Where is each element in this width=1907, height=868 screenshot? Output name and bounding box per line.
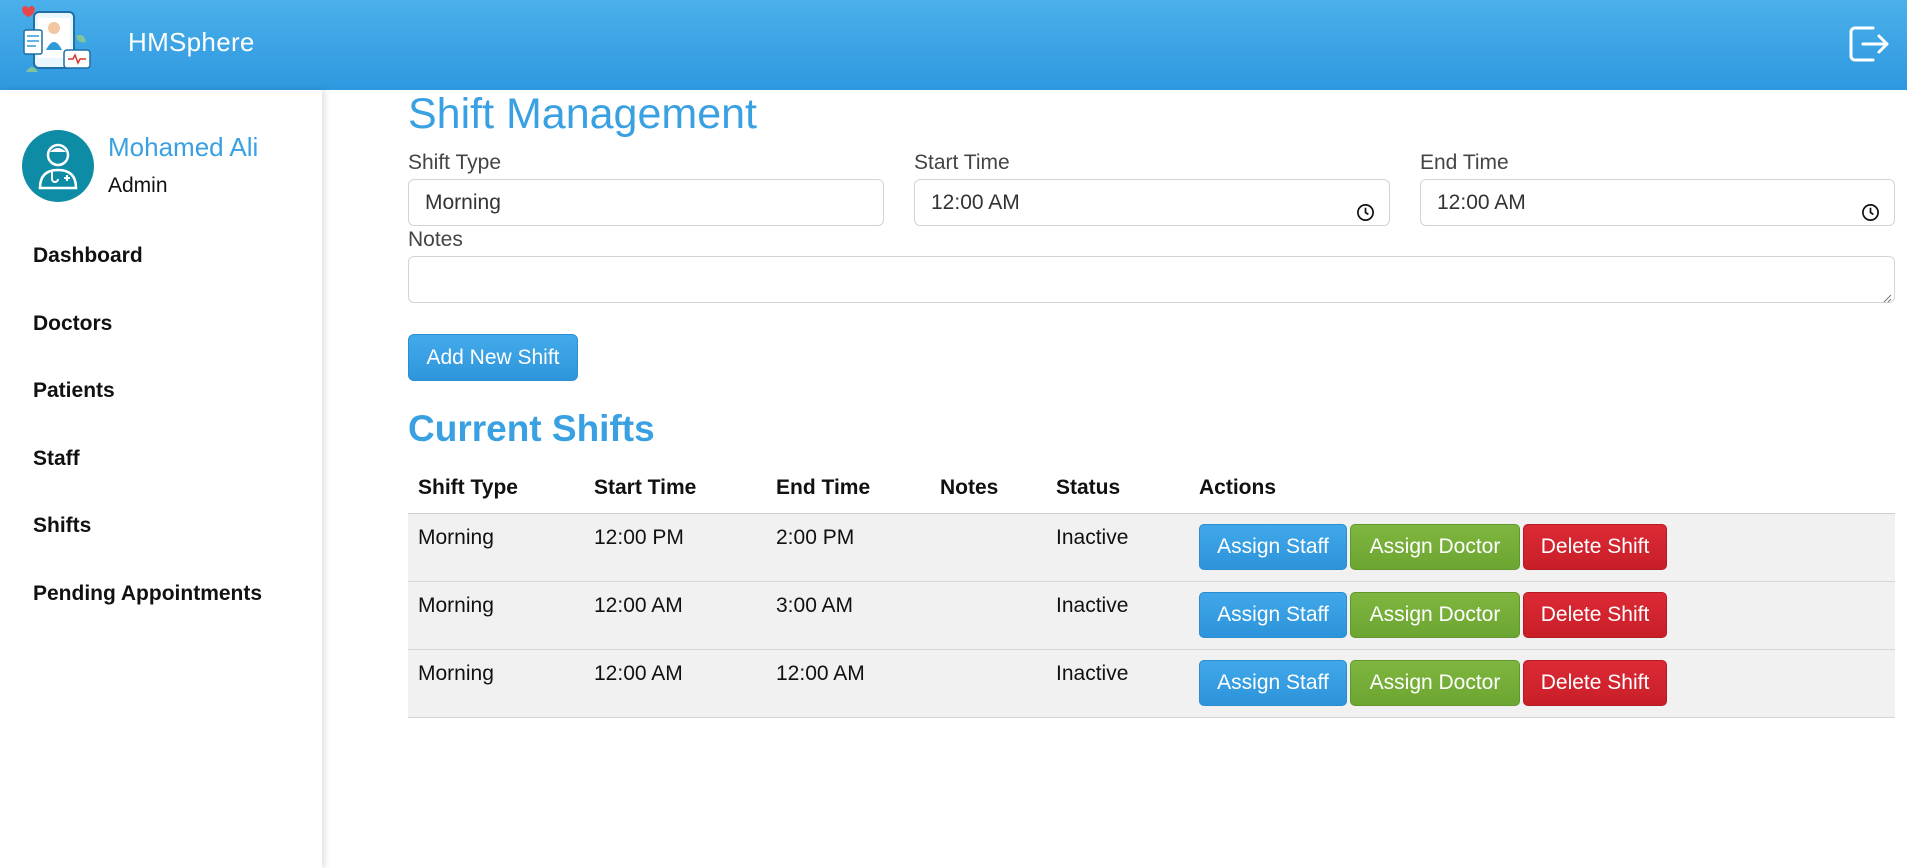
table-row: Morning 12:00 PM 2:00 PM Inactive Assign… (408, 514, 1895, 582)
assign-doctor-button[interactable]: Assign Doctor (1350, 524, 1520, 570)
shift-type-input[interactable]: Morning (408, 179, 884, 226)
cell-end-time: 2:00 PM (776, 526, 855, 549)
assign-doctor-button[interactable]: Assign Doctor (1350, 592, 1520, 638)
app-brand: HMSphere (128, 27, 255, 57)
clock-icon[interactable] (1861, 193, 1880, 221)
column-header: Actions (1199, 476, 1277, 499)
column-header: Start Time (594, 476, 697, 499)
cell-start-time: 12:00 AM (594, 662, 683, 685)
page-title: Shift Management (408, 90, 757, 138)
start-time-label: Start Time (914, 151, 1010, 174)
start-time-input[interactable]: 12:00 AM (914, 179, 1390, 226)
table-row: Morning 12:00 AM 3:00 AM Inactive Assign… (408, 582, 1895, 650)
clock-icon[interactable] (1356, 193, 1375, 221)
sidebar-item-patients[interactable]: Patients (0, 363, 322, 431)
cell-shift-type: Morning (418, 594, 494, 617)
notes-textarea[interactable] (408, 256, 1895, 303)
assign-staff-button[interactable]: Assign Staff (1199, 660, 1347, 706)
table-header: Shift Type Start Time End Time Notes Sta… (408, 466, 1895, 514)
assign-staff-button[interactable]: Assign Staff (1199, 592, 1347, 638)
sidebar-nav: Dashboard Doctors Patients Staff Shifts … (0, 228, 322, 633)
cell-shift-type: Morning (418, 662, 494, 685)
shift-type-label: Shift Type (408, 151, 502, 174)
top-bar: HMSphere (0, 0, 1907, 90)
start-time-value: 12:00 AM (931, 191, 1020, 214)
assign-doctor-button[interactable]: Assign Doctor (1350, 660, 1520, 706)
end-time-label: End Time (1420, 151, 1509, 174)
shifts-table: Shift Type Start Time End Time Notes Sta… (408, 466, 1895, 718)
delete-shift-button[interactable]: Delete Shift (1523, 660, 1667, 706)
cell-status: Inactive (1056, 662, 1129, 685)
delete-shift-button[interactable]: Delete Shift (1523, 592, 1667, 638)
column-header: Status (1056, 476, 1121, 499)
cell-start-time: 12:00 AM (594, 594, 683, 617)
sidebar-item-pending-appointments[interactable]: Pending Appointments (0, 566, 322, 634)
resize-handle-icon[interactable] (1882, 290, 1892, 303)
sidebar: Mohamed Ali Admin Dashboard Doctors Pati… (0, 90, 322, 868)
cell-status: Inactive (1056, 594, 1129, 617)
logout-icon[interactable] (1847, 24, 1891, 64)
sidebar-item-doctors[interactable]: Doctors (0, 296, 322, 364)
end-time-value: 12:00 AM (1437, 191, 1526, 214)
cell-shift-type: Morning (418, 526, 494, 549)
column-header: End Time (776, 476, 871, 499)
end-time-input[interactable]: 12:00 AM (1420, 179, 1895, 226)
sidebar-item-dashboard[interactable]: Dashboard (0, 228, 322, 296)
app-logo-icon (20, 6, 96, 82)
notes-label: Notes (408, 228, 463, 251)
cell-end-time: 3:00 AM (776, 594, 854, 617)
cell-status: Inactive (1056, 526, 1129, 549)
assign-staff-button[interactable]: Assign Staff (1199, 524, 1347, 570)
current-shifts-title: Current Shifts (408, 408, 655, 449)
delete-shift-button[interactable]: Delete Shift (1523, 524, 1667, 570)
doctor-avatar-icon (22, 130, 94, 202)
user-role: Admin (108, 174, 168, 197)
cell-end-time: 12:00 AM (776, 662, 865, 685)
user-name: Mohamed Ali (108, 132, 259, 162)
table-row: Morning 12:00 AM 12:00 AM Inactive Assig… (408, 650, 1895, 718)
cell-start-time: 12:00 PM (594, 526, 684, 549)
sidebar-item-shifts[interactable]: Shifts (0, 498, 322, 566)
column-header: Shift Type (418, 476, 518, 499)
add-new-shift-button[interactable]: Add New Shift (408, 334, 578, 381)
sidebar-item-staff[interactable]: Staff (0, 431, 322, 499)
column-header: Notes (940, 476, 999, 499)
